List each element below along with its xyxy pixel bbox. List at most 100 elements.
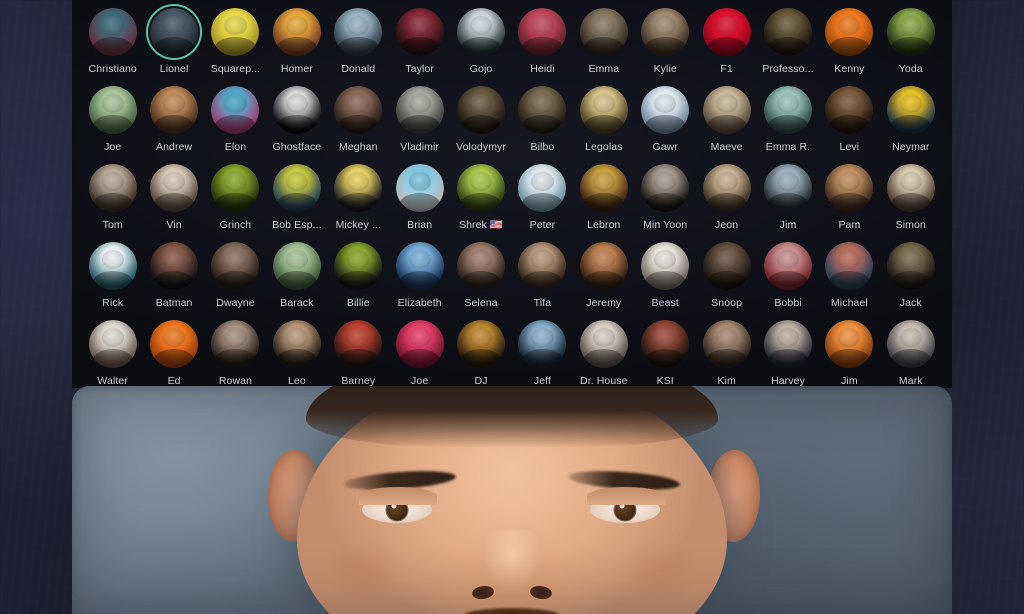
character-cell[interactable]: Leo [266,318,327,388]
character-cell[interactable]: Pam [819,162,880,240]
character-cell[interactable]: Ed [143,318,204,388]
avatar[interactable] [516,318,568,370]
character-cell[interactable]: Tom [82,162,143,240]
character-cell[interactable]: F1 [696,6,757,84]
character-cell[interactable]: Jim [757,162,818,240]
avatar[interactable] [394,84,446,136]
character-cell[interactable]: Volodymyr [450,84,511,162]
avatar[interactable] [762,240,814,292]
character-cell[interactable]: Walter [82,318,143,388]
avatar[interactable] [762,318,814,370]
avatar[interactable] [332,162,384,214]
avatar[interactable] [209,162,261,214]
avatar[interactable] [639,318,691,370]
character-cell[interactable]: Beast [635,240,696,318]
avatar[interactable] [578,318,630,370]
character-cell[interactable]: Brian [389,162,450,240]
avatar[interactable] [578,162,630,214]
avatar[interactable] [823,84,875,136]
character-cell[interactable]: Jim [819,318,880,388]
character-cell[interactable]: Yoda [880,6,941,84]
avatar[interactable] [87,318,139,370]
avatar[interactable] [885,6,937,58]
character-cell[interactable]: Heidi [512,6,573,84]
character-cell[interactable]: Homer [266,6,327,84]
character-cell[interactable]: Batman [143,240,204,318]
avatar[interactable] [639,240,691,292]
character-cell[interactable]: Gawr [635,84,696,162]
character-cell[interactable]: Dwayne [205,240,266,318]
character-cell[interactable]: Simon [880,162,941,240]
character-preview-image[interactable] [72,386,952,614]
character-cell[interactable]: Bob Esp... [266,162,327,240]
avatar[interactable] [455,240,507,292]
character-cell[interactable]: Christiano [82,6,143,84]
avatar[interactable] [394,240,446,292]
avatar[interactable] [578,84,630,136]
character-cell[interactable]: Joe [389,318,450,388]
character-cell[interactable]: Professo... [757,6,818,84]
character-cell[interactable]: Andrew [143,84,204,162]
avatar[interactable] [87,240,139,292]
character-cell[interactable]: Kim [696,318,757,388]
avatar[interactable] [823,318,875,370]
character-cell[interactable]: Rowan [205,318,266,388]
avatar[interactable] [516,162,568,214]
avatar[interactable] [271,240,323,292]
character-cell[interactable]: Grinch [205,162,266,240]
avatar[interactable] [332,84,384,136]
avatar[interactable] [639,84,691,136]
character-cell[interactable]: Selena [450,240,511,318]
avatar[interactable] [394,318,446,370]
avatar[interactable] [516,84,568,136]
avatar[interactable] [578,240,630,292]
character-cell[interactable]: Snoop [696,240,757,318]
character-cell[interactable]: Barack [266,240,327,318]
character-cell[interactable]: Maeve [696,84,757,162]
character-cell[interactable]: Jeremy [573,240,634,318]
character-cell[interactable]: Legolas [573,84,634,162]
character-cell[interactable]: Lebron [573,162,634,240]
character-cell[interactable]: Jeon [696,162,757,240]
character-cell[interactable]: Tifa [512,240,573,318]
avatar[interactable] [209,318,261,370]
avatar[interactable] [87,84,139,136]
character-cell[interactable]: Dr. House [573,318,634,388]
avatar[interactable] [148,84,200,136]
character-cell[interactable]: Donald [328,6,389,84]
avatar[interactable] [455,318,507,370]
avatar[interactable] [394,6,446,58]
character-cell[interactable]: Joe [82,84,143,162]
avatar[interactable] [271,162,323,214]
avatar[interactable] [701,240,753,292]
character-cell[interactable]: Taylor [389,6,450,84]
avatar[interactable] [209,6,261,58]
avatar[interactable] [823,240,875,292]
character-cell[interactable]: Peter [512,162,573,240]
avatar[interactable] [209,84,261,136]
character-cell[interactable]: Levi [819,84,880,162]
avatar[interactable] [332,318,384,370]
avatar[interactable] [639,162,691,214]
character-cell[interactable]: Rick [82,240,143,318]
character-cell[interactable]: DJ [450,318,511,388]
avatar[interactable] [701,84,753,136]
avatar[interactable] [885,84,937,136]
avatar[interactable] [701,318,753,370]
avatar[interactable] [639,6,691,58]
avatar-selected[interactable] [148,6,200,58]
avatar[interactable] [762,6,814,58]
avatar[interactable] [332,240,384,292]
character-cell[interactable]: Min Yoon [635,162,696,240]
character-cell[interactable]: Bilbo [512,84,573,162]
character-cell[interactable]: Ghostface [266,84,327,162]
character-cell[interactable]: Mark [880,318,941,388]
avatar[interactable] [148,162,200,214]
character-cell[interactable]: Kylie [635,6,696,84]
avatar[interactable] [885,318,937,370]
character-cell[interactable]: Lionel [143,6,204,84]
character-cell[interactable]: Emma R. [757,84,818,162]
avatar[interactable] [701,6,753,58]
character-cell[interactable]: Elon [205,84,266,162]
character-cell[interactable]: Emma [573,6,634,84]
